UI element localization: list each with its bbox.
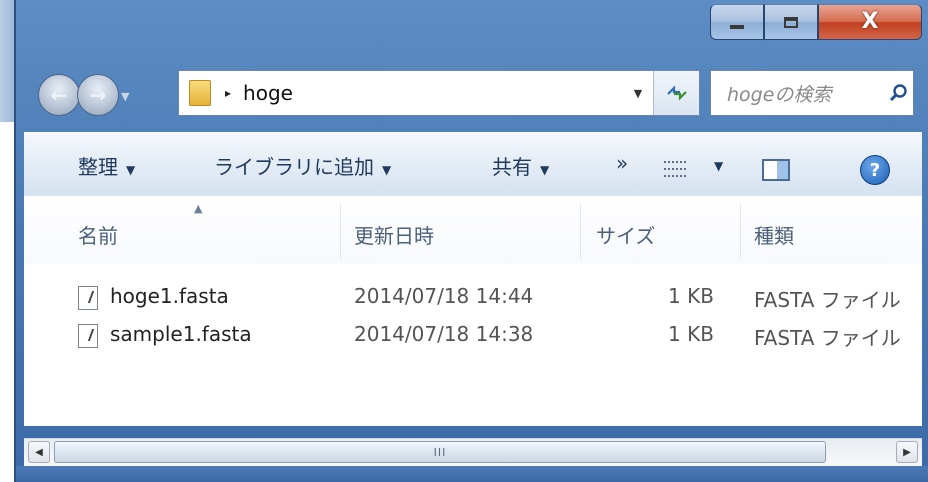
address-history-dropdown[interactable]: ▼	[625, 71, 651, 115]
column-header-name[interactable]: 名前	[78, 220, 118, 249]
chevron-down-icon: ▼	[633, 86, 643, 100]
search-box[interactable]: hogeの検索	[710, 70, 914, 116]
file-icon	[78, 286, 98, 310]
organize-label: 整理	[78, 155, 118, 179]
back-button[interactable]: ←	[38, 74, 80, 116]
chevron-down-icon: ▼	[126, 163, 136, 177]
close-icon: X	[861, 9, 879, 34]
share-menu[interactable]: 共有 ▼	[492, 151, 549, 180]
file-row[interactable]: sample1.fasta 2014/07/18 14:38 1 KB FAST…	[24, 320, 922, 354]
maximize-icon	[784, 16, 798, 28]
command-bar: 整理 ▼ ライブラリに追加 ▼ 共有 ▼ » ▼ ?	[24, 132, 922, 196]
address-bar[interactable]: ▸ hoge ▼	[178, 70, 700, 116]
file-row[interactable]: hoge1.fasta 2014/07/18 14:44 1 KB FASTA …	[24, 282, 922, 316]
scroll-right-button[interactable]: ▶	[896, 441, 918, 463]
close-button[interactable]: X	[818, 4, 922, 40]
column-divider[interactable]	[340, 204, 341, 260]
file-size: 1 KB	[668, 284, 714, 308]
file-modified: 2014/07/18 14:44	[354, 284, 534, 308]
double-chevron-icon: »	[616, 151, 629, 175]
add-to-library-menu[interactable]: ライブラリに追加 ▼	[214, 151, 391, 180]
file-type: FASTA ファイル	[754, 326, 901, 350]
chevron-down-icon[interactable]: ▼	[714, 159, 723, 173]
column-divider[interactable]	[580, 204, 581, 260]
scroll-left-button[interactable]: ◀	[28, 441, 50, 463]
preview-pane-icon[interactable]	[762, 159, 790, 181]
arrow-left-icon: ◀	[35, 446, 43, 458]
column-header-row: ▲ 名前 更新日時 サイズ 種類	[24, 196, 922, 264]
share-label: 共有	[492, 155, 532, 179]
chevron-down-icon: ▼	[382, 163, 392, 177]
horizontal-scrollbar[interactable]: ◀ III ▶	[24, 438, 922, 466]
search-icon[interactable]	[883, 83, 913, 103]
column-divider[interactable]	[740, 204, 741, 260]
forward-arrow-icon: →	[89, 83, 107, 107]
maximize-button[interactable]	[764, 4, 818, 40]
file-list: ▲ 名前 更新日時 サイズ 種類 hoge1.fasta 2014/07/18 …	[24, 196, 922, 426]
recent-pages-dropdown[interactable]: ▼	[121, 90, 129, 103]
help-icon[interactable]: ?	[860, 155, 890, 185]
file-icon	[78, 324, 98, 348]
column-header-type[interactable]: 種類	[754, 220, 794, 249]
file-size: 1 KB	[668, 322, 714, 346]
column-header-modified[interactable]: 更新日時	[354, 220, 434, 249]
add-to-library-label: ライブラリに追加	[214, 155, 374, 179]
file-modified: 2014/07/18 14:38	[354, 322, 534, 346]
file-name: sample1.fasta	[110, 322, 252, 346]
breadcrumb-arrow-icon[interactable]: ▸	[225, 86, 231, 100]
refresh-button[interactable]	[653, 71, 699, 115]
scrollbar-thumb[interactable]: III	[54, 441, 826, 463]
search-input[interactable]: hogeの検索	[727, 80, 883, 107]
window-bottom-frame	[16, 466, 928, 482]
breadcrumb-current-folder[interactable]: hoge	[243, 81, 293, 105]
back-arrow-icon: ←	[50, 83, 68, 107]
arrow-right-icon: ▶	[903, 446, 911, 458]
grip-icon: III	[433, 445, 447, 459]
minimize-icon	[730, 25, 744, 29]
chevron-down-icon: ▼	[540, 163, 550, 177]
explorer-window: X ← → ▼ ▸ hoge ▼ hogeの検索 整理 ▼ ライブラリに追加 ▼…	[14, 0, 928, 482]
forward-button[interactable]: →	[77, 74, 119, 116]
file-name: hoge1.fasta	[110, 284, 229, 308]
caption-buttons: X	[710, 4, 922, 42]
file-type: FASTA ファイル	[754, 288, 901, 312]
sort-ascending-icon: ▲	[194, 202, 203, 215]
minimize-button[interactable]	[710, 4, 764, 40]
more-commands-button[interactable]: »	[616, 151, 628, 175]
folder-icon	[189, 80, 211, 106]
column-header-size[interactable]: サイズ	[596, 220, 655, 249]
view-options-icon[interactable]	[664, 161, 686, 177]
refresh-icon	[666, 85, 687, 101]
organize-menu[interactable]: 整理 ▼	[78, 151, 135, 180]
